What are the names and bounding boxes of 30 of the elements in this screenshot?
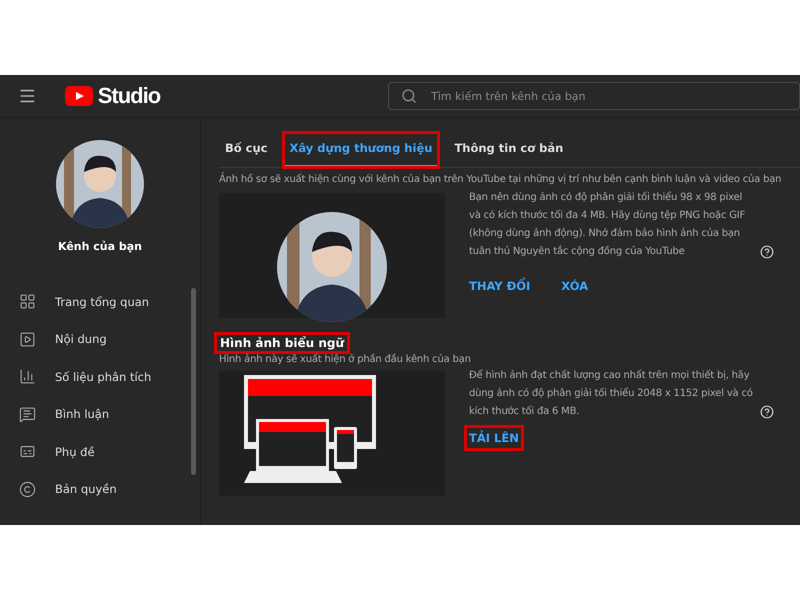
banner-info: Để hình ảnh đạt chất lượng cao nhất trên mọi thiết bị, hãy dùng ảnh có độ phân giải tối thiểu 2048 x 1152 pixel và có kích thước tối đa 6 MB. [469, 368, 754, 419]
comment-icon [19, 406, 36, 423]
tab[interactable]: Bố cục [219, 133, 274, 167]
logo-text: Studio [98, 83, 160, 109]
sidebar-item[interactable]: Trang tổng quan [0, 283, 200, 320]
profile-info: Bạn nên dùng ảnh có độ phân giải tối thiểu 98 x 98 pixel và có kích thước tối đa 4 MB. Hãy dùng tệp PNG hoặc GIF (không dùng ảnh động). Nhớ đảm bảo hình ảnh của bạn tuân thủ Nguyên tắc cộng đồng của YouTube [469, 190, 746, 259]
tab[interactable]: Xây dựng thương hiệu [284, 133, 438, 167]
grid-icon [19, 293, 36, 310]
search-field[interactable]: Tìm kiếm trên kênh của bạn [388, 82, 800, 110]
search-icon [401, 88, 418, 104]
sidebar-item[interactable]: Phụ đề [0, 433, 200, 470]
section-title: Hình ảnh biểu ngữ [214, 332, 350, 354]
channel-title: Kênh của bạn [56, 240, 143, 253]
logo-icon [64, 86, 93, 106]
action-link[interactable]: XÓA [556, 273, 594, 299]
sidebar-item[interactable]: Nội dung [0, 320, 200, 358]
profile-description: Ảnh hồ sơ sẽ xuất hiện cùng với kênh của bạn trên YouTube tại những vị trí như bên cạnh bình luận và video của bạn [219, 174, 782, 185]
action-link[interactable]: THAY ĐỔI [464, 273, 536, 299]
scrollbar[interactable] [191, 288, 196, 475]
play-square-icon [19, 330, 36, 348]
help-icon[interactable] [760, 245, 774, 259]
upload-button[interactable]: TẢI LÊN [464, 425, 524, 451]
copyright-icon [19, 480, 36, 498]
bar-chart-icon [19, 368, 36, 386]
sidebar-item[interactable]: Bản quyền [0, 470, 200, 508]
help-icon[interactable] [760, 405, 774, 419]
sidebar-item[interactable]: Bình luận [0, 396, 200, 433]
tab[interactable]: Thông tin cơ bản [448, 133, 570, 167]
banner-description: Hình ảnh này sẽ xuất hiện ở phần đầu kênh của bạn [219, 354, 472, 365]
sidebar-item[interactable]: Số liệu phân tích [0, 358, 200, 396]
